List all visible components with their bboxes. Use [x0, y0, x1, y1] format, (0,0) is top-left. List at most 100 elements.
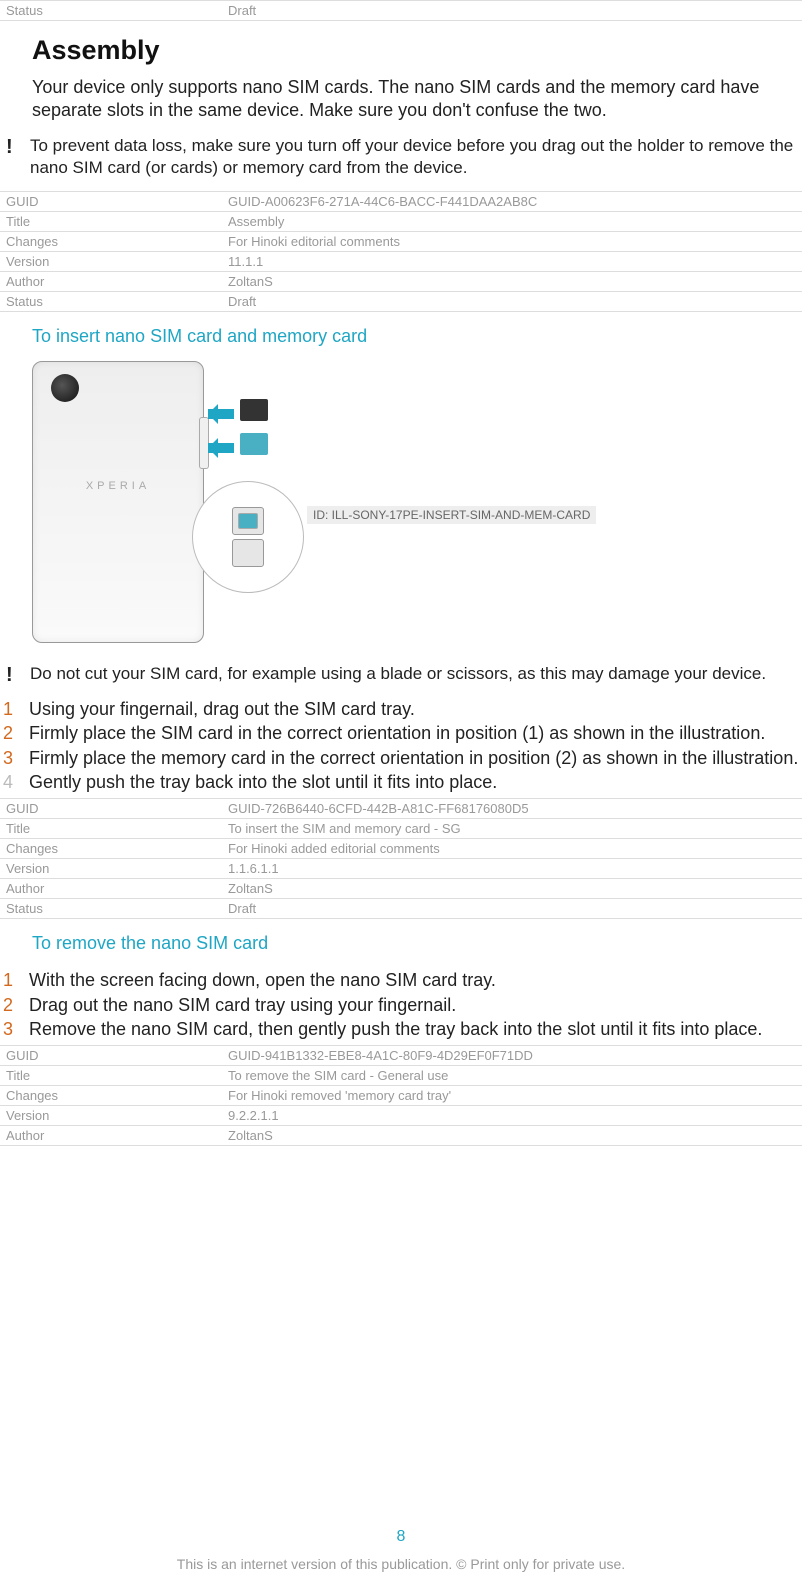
section-title: Assembly: [32, 35, 802, 66]
step-number: 1: [0, 968, 29, 992]
meta-key: Status: [0, 291, 222, 311]
meta-key: Title: [0, 819, 222, 839]
table-row: Version1.1.6.1.1: [0, 859, 802, 879]
phone-brand-label: XPERIA: [33, 480, 203, 492]
content-block: To insert nano SIM card and memory card …: [0, 326, 802, 651]
meta-key: Author: [0, 271, 222, 291]
table-row: AuthorZoltanS: [0, 1126, 802, 1146]
memory-card-icon: [240, 399, 268, 421]
step-number: 3: [0, 1017, 29, 1041]
step-text: With the screen facing down, open the na…: [29, 968, 802, 992]
arrow-icon: [208, 443, 234, 453]
table-row: AuthorZoltanS: [0, 271, 802, 291]
meta-value: 11.1.1: [222, 251, 802, 271]
meta-value: Assembly: [222, 211, 802, 231]
step-number: 3: [0, 746, 29, 770]
content-block: Assembly Your device only supports nano …: [0, 35, 802, 123]
warning-icon: !: [0, 135, 30, 157]
arrow-icon: [208, 409, 234, 419]
meta-value: Draft: [222, 291, 802, 311]
list-item: 2Firmly place the SIM card in the correc…: [0, 721, 802, 745]
illustration-insert-sim: XPERIA ID: ILL-SONY-17PE-INSERT-SIM-AND-…: [32, 361, 452, 651]
meta-key: Title: [0, 211, 222, 231]
step-number: 4: [0, 770, 29, 794]
table-row: ChangesFor Hinoki editorial comments: [0, 231, 802, 251]
table-row: Version9.2.2.1.1: [0, 1106, 802, 1126]
meta-key: Author: [0, 879, 222, 899]
meta-key: Author: [0, 1126, 222, 1146]
steps-insert: 1Using your fingernail, drag out the SIM…: [0, 697, 802, 794]
meta-table-insert: GUIDGUID-726B6440-6CFD-442B-A81C-FF68176…: [0, 798, 802, 919]
step-text: Firmly place the memory card in the corr…: [29, 746, 802, 770]
sim-card-icon: [240, 433, 268, 455]
subheading-remove: To remove the nano SIM card: [32, 933, 802, 954]
warning-icon: !: [0, 663, 30, 685]
zoom-circle-icon: [192, 481, 304, 593]
note-dataloss: ! To prevent data loss, make sure you tu…: [0, 135, 802, 179]
camera-icon: [51, 374, 79, 402]
meta-value: 9.2.2.1.1: [222, 1106, 802, 1126]
table-row: GUIDGUID-726B6440-6CFD-442B-A81C-FF68176…: [0, 799, 802, 819]
step-text: Remove the nano SIM card, then gently pu…: [29, 1017, 802, 1041]
step-text: Gently push the tray back into the slot …: [29, 770, 802, 794]
table-row: ChangesFor Hinoki removed 'memory card t…: [0, 1086, 802, 1106]
table-row: AuthorZoltanS: [0, 879, 802, 899]
meta-value: 1.1.6.1.1: [222, 859, 802, 879]
meta-key: GUID: [0, 799, 222, 819]
meta-key: Changes: [0, 839, 222, 859]
table-row: Status Draft: [0, 1, 802, 21]
step-text: Drag out the nano SIM card tray using yo…: [29, 993, 802, 1017]
page-number: 8: [0, 1528, 802, 1546]
meta-value: To insert the SIM and memory card - SG: [222, 819, 802, 839]
step-number: 2: [0, 721, 29, 745]
tray-slot1-icon: [232, 507, 264, 535]
meta-value: To remove the SIM card - General use: [222, 1066, 802, 1086]
meta-key: GUID: [0, 1046, 222, 1066]
meta-key: Status: [0, 899, 222, 919]
phone-body-icon: XPERIA: [32, 361, 204, 643]
meta-table-top: Status Draft: [0, 0, 802, 21]
page: Status Draft Assembly Your device only s…: [0, 0, 802, 1590]
list-item: 1With the screen facing down, open the n…: [0, 968, 802, 992]
meta-value: ZoltanS: [222, 1126, 802, 1146]
meta-value: Draft: [222, 1, 802, 21]
meta-key: Status: [0, 1, 222, 21]
meta-key: GUID: [0, 191, 222, 211]
meta-key: Version: [0, 1106, 222, 1126]
meta-key: Title: [0, 1066, 222, 1086]
note-text: Do not cut your SIM card, for example us…: [30, 663, 766, 685]
table-row: TitleTo insert the SIM and memory card -…: [0, 819, 802, 839]
meta-value: For Hinoki added editorial comments: [222, 839, 802, 859]
note-cutcard: ! Do not cut your SIM card, for example …: [0, 663, 802, 685]
meta-value: GUID-726B6440-6CFD-442B-A81C-FF68176080D…: [222, 799, 802, 819]
meta-value: ZoltanS: [222, 879, 802, 899]
list-item: 4Gently push the tray back into the slot…: [0, 770, 802, 794]
step-text: Firmly place the SIM card in the correct…: [29, 721, 802, 745]
meta-key: Changes: [0, 231, 222, 251]
tray-slot2-icon: [232, 539, 264, 567]
table-row: GUIDGUID-941B1332-EBE8-4A1C-80F9-4D29EF0…: [0, 1046, 802, 1066]
meta-key: Version: [0, 859, 222, 879]
table-row: GUIDGUID-A00623F6-271A-44C6-BACC-F441DAA…: [0, 191, 802, 211]
table-row: StatusDraft: [0, 291, 802, 311]
intro-paragraph: Your device only supports nano SIM cards…: [32, 76, 802, 123]
meta-value: GUID-941B1332-EBE8-4A1C-80F9-4D29EF0F71D…: [222, 1046, 802, 1066]
table-row: ChangesFor Hinoki added editorial commen…: [0, 839, 802, 859]
meta-key: Version: [0, 251, 222, 271]
table-row: TitleTo remove the SIM card - General us…: [0, 1066, 802, 1086]
meta-table-assembly: GUIDGUID-A00623F6-271A-44C6-BACC-F441DAA…: [0, 191, 802, 312]
meta-value: Draft: [222, 899, 802, 919]
step-text: Using your fingernail, drag out the SIM …: [29, 697, 802, 721]
note-text: To prevent data loss, make sure you turn…: [30, 135, 802, 179]
step-number: 1: [0, 697, 29, 721]
table-row: StatusDraft: [0, 899, 802, 919]
table-row: Version11.1.1: [0, 251, 802, 271]
meta-value: GUID-A00623F6-271A-44C6-BACC-F441DAA2AB8…: [222, 191, 802, 211]
meta-key: Changes: [0, 1086, 222, 1106]
list-item: 3Remove the nano SIM card, then gently p…: [0, 1017, 802, 1041]
footer-note: This is an internet version of this publ…: [0, 1556, 802, 1572]
table-row: TitleAssembly: [0, 211, 802, 231]
steps-remove: 1With the screen facing down, open the n…: [0, 968, 802, 1041]
meta-table-remove: GUIDGUID-941B1332-EBE8-4A1C-80F9-4D29EF0…: [0, 1045, 802, 1146]
step-number: 2: [0, 993, 29, 1017]
